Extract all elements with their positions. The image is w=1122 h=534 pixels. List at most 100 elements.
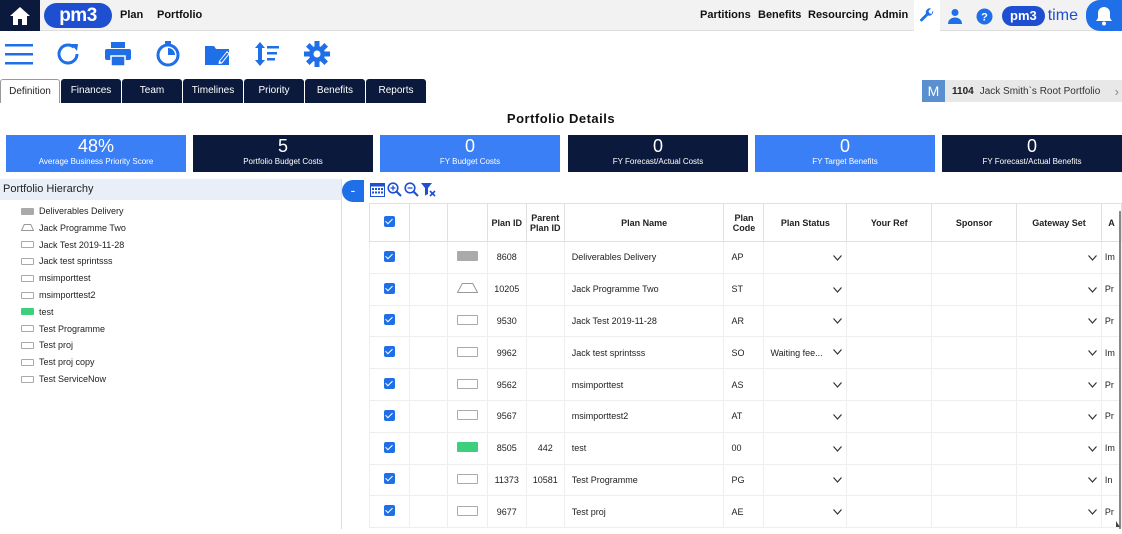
row-select-cell[interactable] [369, 495, 410, 529]
cell-plan-name[interactable]: Deliverables Delivery [563, 241, 725, 274]
folder-edit-button[interactable] [203, 39, 233, 69]
chevron-down-icon[interactable] [833, 509, 843, 516]
calendar-grid-icon[interactable] [370, 182, 385, 197]
tab-team[interactable]: Team [122, 79, 182, 103]
cell-your-ref[interactable] [846, 463, 933, 497]
chevron-down-icon[interactable] [1087, 350, 1097, 357]
cell-gateway-set[interactable] [1016, 399, 1102, 433]
row-select-cell[interactable] [369, 399, 410, 433]
cell-plan-name[interactable]: msimporttest [563, 368, 725, 401]
cell-your-ref[interactable] [846, 304, 933, 338]
cell-sponsor[interactable] [931, 463, 1018, 497]
chevron-right-icon[interactable]: › [1115, 84, 1119, 99]
cell-gateway-set[interactable] [1016, 272, 1102, 306]
cell-plan-status[interactable] [763, 399, 848, 433]
notifications-button[interactable] [1086, 0, 1122, 31]
chevron-down-icon[interactable] [1087, 509, 1097, 516]
hierarchy-item[interactable]: msimporttest [21, 270, 91, 286]
chevron-down-icon[interactable] [833, 348, 843, 355]
cell-plan-name[interactable]: Jack Programme Two [563, 272, 725, 306]
cell-your-ref[interactable] [846, 368, 933, 401]
cell-gateway-set[interactable] [1016, 463, 1102, 497]
breadcrumb[interactable]: M 1104 Jack Smith`s Root Portfolio › [922, 80, 1122, 102]
nav-admin[interactable]: Admin [874, 0, 908, 31]
chevron-down-icon[interactable] [833, 286, 843, 293]
chevron-down-icon[interactable] [833, 477, 843, 484]
row-checkbox[interactable] [383, 378, 395, 390]
hierarchy-item[interactable]: Jack Test 2019-11-28 [21, 237, 124, 253]
nav-plan[interactable]: Plan [120, 0, 143, 31]
chevron-down-icon[interactable] [1087, 286, 1097, 293]
cell-plan-status[interactable] [763, 368, 848, 401]
menu-button[interactable] [4, 39, 34, 69]
header-plan-id[interactable]: Plan ID [486, 203, 527, 242]
table-row[interactable]: 8505 442 test 00 Im [369, 431, 1122, 465]
row-checkbox[interactable] [383, 473, 395, 485]
header-sponsor[interactable]: Sponsor [931, 203, 1018, 242]
cell-plan-name[interactable]: msimporttest2 [563, 399, 725, 433]
cell-gateway-set[interactable] [1016, 336, 1102, 370]
row-checkbox[interactable] [383, 409, 395, 421]
cell-plan-name[interactable]: test [563, 431, 725, 465]
cell-sponsor[interactable] [931, 431, 1018, 465]
help-button[interactable]: ? [973, 5, 995, 27]
header-plan-status[interactable]: Plan Status [763, 203, 848, 242]
zoom-out-icon[interactable] [404, 182, 419, 197]
nav-benefits[interactable]: Benefits [758, 0, 801, 31]
tab-timelines[interactable]: Timelines [183, 79, 243, 103]
cell-your-ref[interactable] [846, 336, 933, 370]
header-plan-name[interactable]: Plan Name [563, 203, 725, 242]
cell-your-ref[interactable] [846, 399, 933, 433]
cell-plan-name[interactable]: Test Programme [563, 463, 725, 497]
chevron-down-icon[interactable] [1087, 477, 1097, 484]
cell-sponsor[interactable] [931, 272, 1018, 306]
table-row[interactable]: 8608 Deliverables Delivery AP Im [369, 241, 1122, 274]
cell-plan-status[interactable] [763, 463, 848, 497]
user-button[interactable] [944, 5, 966, 27]
row-select-cell[interactable] [369, 463, 410, 497]
select-all-checkbox[interactable] [383, 216, 395, 227]
table-row[interactable]: 9567 msimporttest2 AT Pr [369, 399, 1122, 433]
tab-finances[interactable]: Finances [61, 79, 121, 103]
row-checkbox[interactable] [383, 346, 395, 358]
row-checkbox[interactable] [383, 505, 395, 517]
cell-sponsor[interactable] [931, 399, 1018, 433]
cell-plan-name[interactable]: Test proj [563, 495, 725, 529]
hierarchy-item[interactable]: Test proj copy [21, 354, 95, 370]
row-checkbox[interactable] [383, 250, 395, 262]
print-button[interactable] [103, 39, 133, 69]
cell-your-ref[interactable] [846, 272, 933, 306]
cell-sponsor[interactable] [931, 336, 1018, 370]
table-row[interactable]: 9530 Jack Test 2019-11-28 AR Pr [369, 304, 1122, 338]
header-plan-code[interactable]: Plan Code [723, 203, 765, 242]
cell-sponsor[interactable] [931, 241, 1018, 274]
chevron-down-icon[interactable] [833, 318, 843, 325]
header-select-all[interactable] [369, 203, 410, 242]
tab-definition[interactable]: Definition [0, 79, 60, 103]
refresh-button[interactable] [53, 39, 83, 69]
chevron-down-icon[interactable] [833, 445, 843, 452]
nav-resourcing[interactable]: Resourcing [808, 0, 869, 31]
home-button[interactable] [0, 0, 40, 31]
row-checkbox[interactable] [383, 314, 395, 326]
table-row[interactable]: 9962 Jack test sprintsss SO Waiting fee.… [369, 336, 1122, 370]
row-select-cell[interactable] [369, 336, 410, 370]
collapse-sidebar-button[interactable]: - [342, 180, 364, 202]
tools-button[interactable] [914, 0, 940, 31]
cell-plan-status[interactable] [763, 431, 848, 465]
row-checkbox[interactable] [383, 441, 395, 453]
nav-partitions[interactable]: Partitions [700, 0, 751, 31]
cell-plan-name[interactable]: Jack test sprintsss [563, 336, 725, 370]
hierarchy-item[interactable]: Jack Programme Two [21, 220, 126, 236]
tab-reports[interactable]: Reports [366, 79, 426, 103]
chevron-down-icon[interactable] [833, 254, 843, 261]
timer-button[interactable] [153, 39, 183, 69]
cell-sponsor[interactable] [931, 368, 1018, 401]
row-select-cell[interactable] [369, 431, 410, 465]
tab-benefits[interactable]: Benefits [305, 79, 365, 103]
table-row[interactable]: 9677 Test proj AE Pr [369, 495, 1122, 529]
chevron-down-icon[interactable] [833, 382, 843, 388]
row-select-cell[interactable] [369, 368, 410, 401]
table-row[interactable]: 9562 msimporttest AS Pr [369, 368, 1122, 401]
cell-plan-status[interactable] [763, 272, 848, 306]
